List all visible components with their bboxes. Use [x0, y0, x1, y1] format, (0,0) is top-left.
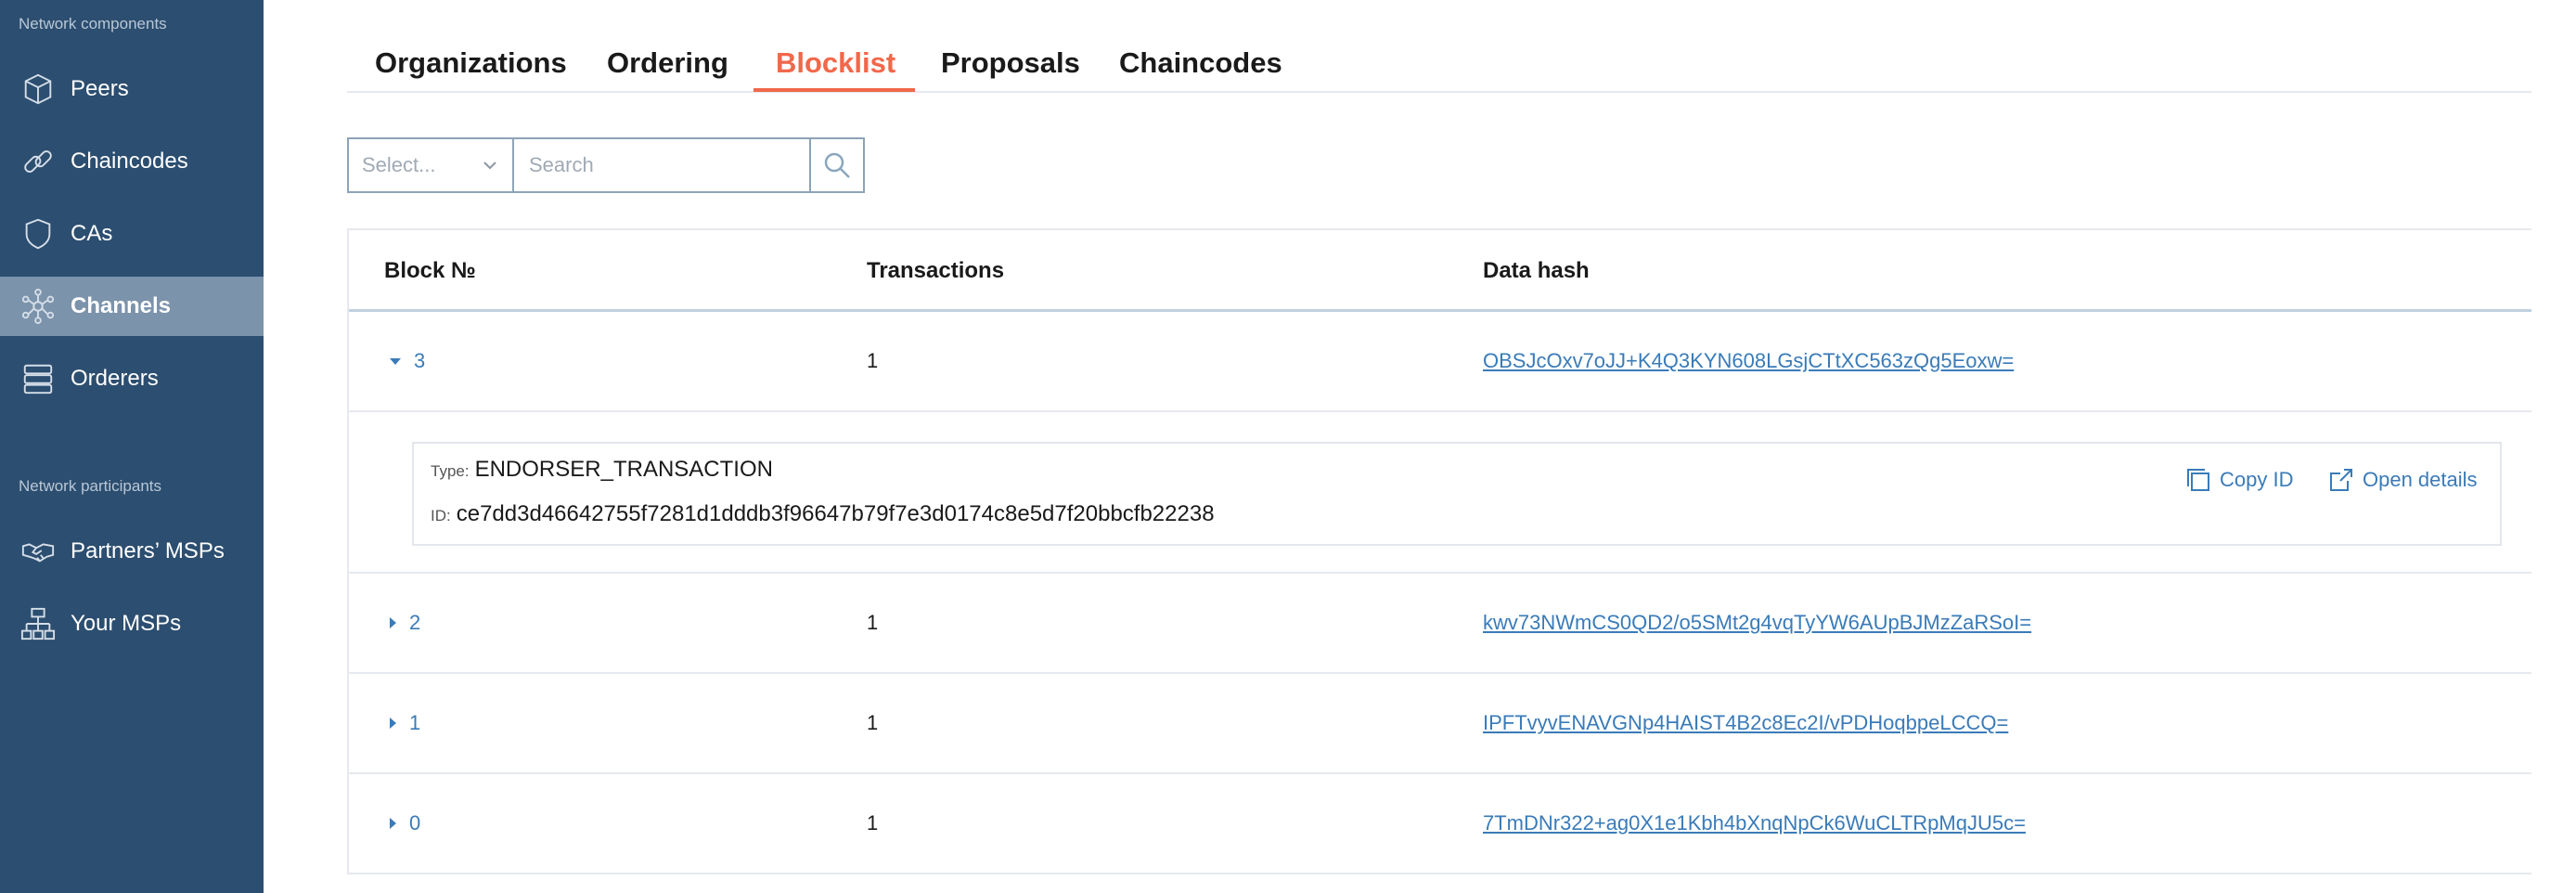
copy-id-button[interactable]: Copy ID	[2184, 466, 2293, 494]
filter-select[interactable]: Select...	[347, 137, 514, 193]
tab-bar: Organizations Ordering Blocklist Proposa…	[347, 37, 2531, 93]
sidebar-item-orderers[interactable]: Orderers	[0, 349, 264, 408]
server-stack-icon	[19, 359, 58, 398]
data-hash-link[interactable]: OBSJcOxv7oJJ+K4Q3KYN608LGsjCTtXC563zQg5E…	[1483, 349, 2014, 373]
block-number[interactable]: 0	[390, 811, 420, 835]
transaction-id: ID: ce7dd3d46642755f7281d1dddb3f96647b79f…	[431, 501, 1215, 527]
transactions-count: 1	[867, 349, 879, 372]
transactions-count: 1	[867, 811, 879, 835]
section-title-network-components: Network components	[19, 15, 167, 32]
active-tab-indicator	[753, 88, 915, 92]
sidebar-item-channels[interactable]: Channels	[0, 277, 264, 336]
sidebar-item-label: Chaincodes	[71, 149, 188, 174]
column-header-data-hash[interactable]: Data hash	[1483, 258, 1590, 284]
caret-right-icon	[390, 617, 396, 628]
link-icon	[19, 142, 58, 181]
column-header-transactions[interactable]: Transactions	[867, 258, 1004, 284]
transaction-details: Type: ENDORSER_TRANSACTION ID: ce7dd3d4664…	[349, 412, 2531, 574]
table-header: Block № Transactions Data hash	[349, 230, 2531, 312]
sidebar-item-your-msps[interactable]: Your MSPs	[0, 594, 264, 654]
org-chart-icon	[19, 604, 58, 643]
tab-blocklist[interactable]: Blocklist	[776, 37, 895, 91]
copy-id-label: Copy ID	[2220, 468, 2294, 491]
search-input[interactable]	[529, 153, 807, 177]
blocks-table: Block № Transactions Data hash 3 1 OBSJc…	[347, 228, 2531, 874]
open-details-label: Open details	[2363, 468, 2478, 491]
sidebar-item-chaincodes[interactable]: Chaincodes	[0, 132, 264, 191]
select-placeholder: Select...	[362, 153, 436, 176]
tab-chaincodes[interactable]: Chaincodes	[1119, 37, 1282, 91]
sidebar-item-peers[interactable]: Peers	[0, 59, 264, 119]
sidebar-item-label: CAs	[71, 221, 113, 246]
block-number[interactable]: 3	[390, 349, 425, 373]
id-value: ce7dd3d46642755f7281d1dddb3f96647b79f7e3…	[456, 501, 1215, 526]
type-value: ENDORSER_TRANSACTION	[474, 457, 773, 482]
transaction-card: Type: ENDORSER_TRANSACTION ID: ce7dd3d4664…	[412, 442, 2502, 546]
block-number[interactable]: 1	[390, 711, 420, 735]
tab-proposals[interactable]: Proposals	[941, 37, 1080, 91]
sidebar-item-label: Partners’ MSPs	[71, 538, 225, 563]
sidebar-item-label: Channels	[71, 293, 172, 318]
block-number-value: 1	[409, 711, 421, 734]
block-number[interactable]: 2	[390, 611, 420, 635]
handshake-icon	[19, 532, 58, 571]
external-link-icon	[2330, 469, 2352, 491]
sidebar-item-partners-msps[interactable]: Partners’ MSPs	[0, 522, 264, 581]
data-hash-link[interactable]: 7TmDNr322+ag0X1e1Kbh4bXnqNpCk6WuCLTRpMqJ…	[1483, 811, 2026, 835]
table-row[interactable]: 3 1 OBSJcOxv7oJJ+K4Q3KYN608LGsjCTtXC563z…	[349, 312, 2531, 412]
sidebar: Network components Peers Chaincodes CAs …	[0, 0, 264, 893]
copy-icon	[2187, 469, 2209, 491]
sidebar-item-label: Peers	[71, 76, 129, 101]
caret-right-icon	[390, 818, 396, 829]
table-row[interactable]: 2 1 kwv73NWmCS0QD2/o5SMt2g4vqTyYW6AUpBJM…	[349, 574, 2531, 674]
caret-down-icon	[390, 357, 401, 365]
caret-right-icon	[390, 718, 396, 729]
shield-icon	[19, 214, 58, 253]
data-hash-link[interactable]: kwv73NWmCS0QD2/o5SMt2g4vqTyYW6AUpBJMzZaR…	[1483, 611, 2031, 635]
cube-icon	[19, 70, 58, 109]
transactions-count: 1	[867, 711, 879, 734]
data-hash-link[interactable]: IPFTvyvENAVGNp4HAIST4B2c8Ec2I/vPDHoqbpeL…	[1483, 711, 2008, 735]
tab-ordering[interactable]: Ordering	[607, 37, 728, 91]
block-number-value: 3	[414, 349, 426, 372]
table-row[interactable]: 1 1 IPFTvyvENAVGNp4HAIST4B2c8Ec2I/vPDHoq…	[349, 674, 2531, 774]
network-icon	[19, 287, 58, 326]
chevron-down-icon	[483, 162, 496, 170]
search-button[interactable]	[809, 137, 865, 193]
section-title-network-participants: Network participants	[19, 477, 162, 495]
open-details-button[interactable]: Open details	[2327, 466, 2478, 494]
tab-organizations[interactable]: Organizations	[375, 37, 567, 91]
table-row[interactable]: 0 1 7TmDNr322+ag0X1e1Kbh4bXnqNpCk6WuCLTR…	[349, 774, 2531, 874]
id-key: ID:	[431, 507, 451, 524]
sidebar-item-cas[interactable]: CAs	[0, 204, 264, 264]
block-number-value: 2	[409, 611, 421, 634]
search-icon	[824, 152, 850, 178]
sidebar-item-label: Orderers	[71, 366, 159, 391]
transaction-type: Type: ENDORSER_TRANSACTION	[431, 457, 773, 483]
transactions-count: 1	[867, 611, 879, 634]
sidebar-item-label: Your MSPs	[71, 611, 182, 636]
block-number-value: 0	[409, 811, 421, 835]
type-key: Type:	[431, 462, 470, 480]
column-header-block[interactable]: Block №	[384, 258, 476, 284]
